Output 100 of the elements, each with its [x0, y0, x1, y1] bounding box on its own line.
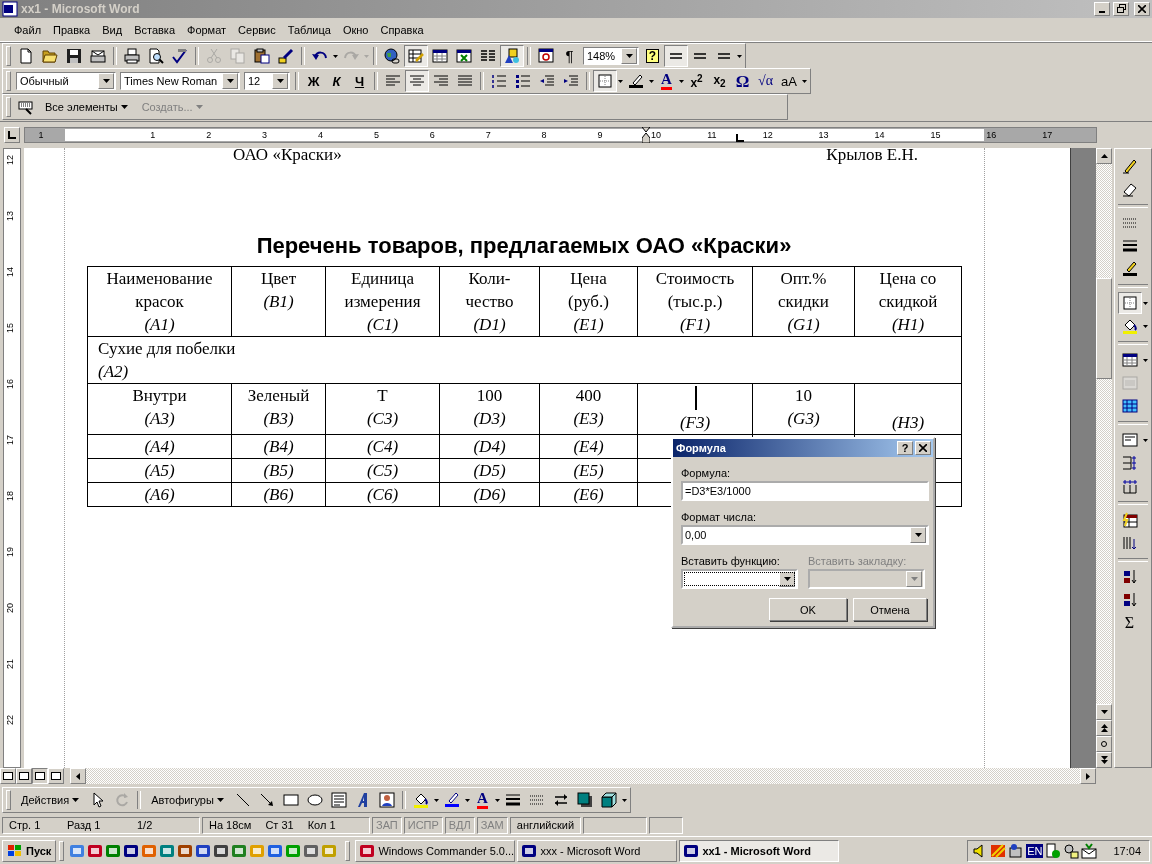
language-indicator[interactable]: EN	[1026, 843, 1044, 858]
ruler-number: 8	[541, 128, 547, 141]
ruler-number: 20	[4, 602, 16, 613]
ruler-number: 19	[4, 546, 16, 557]
field-label: Формат числа:	[681, 511, 758, 523]
ruler-number: 4	[318, 128, 323, 141]
status-text: Стр. 1	[9, 819, 42, 832]
ruler-number: 21	[4, 658, 16, 669]
ruler-number: 9	[597, 128, 603, 141]
document-heading: Перечень товаров, предлагаемых ОАО «Краски»	[255, 231, 793, 260]
document-text: ОАО «Краски»	[233, 147, 342, 164]
ruler-number: 16	[986, 128, 997, 141]
table-cell: (H3)	[854, 383, 962, 434]
dialog-button[interactable]: Отмена	[853, 598, 927, 621]
font-color-button[interactable]: A	[470, 789, 494, 812]
help-button[interactable]: ?	[897, 441, 913, 455]
taskbar-button[interactable]: xx1 - Microsoft Word	[679, 839, 840, 862]
ruler-number: 2	[206, 128, 212, 141]
subscript-button[interactable]: x$_{2}$	[708, 70, 731, 93]
ruler-number: 5	[373, 128, 379, 141]
status-text: Кол 1	[307, 819, 336, 832]
ruler-number: 22	[4, 714, 16, 725]
taskbar-button[interactable]: Windows Commander 5.0...	[355, 839, 516, 862]
menu-item[interactable]: Справка	[374, 19, 430, 40]
horizontal-ruler[interactable]: 1 1 2 3 4 5 6 7 8 9 10 11 12 13 14 15 16 17	[24, 126, 1097, 143]
table-cell: (E5)	[539, 458, 638, 482]
menu-item[interactable]: Правка	[47, 19, 97, 40]
ruler-number: 7	[485, 128, 491, 141]
menu-button[interactable]: Все элементы	[38, 96, 135, 119]
menu-item[interactable]: Вставка	[128, 19, 181, 40]
help-button[interactable]: ?	[641, 44, 664, 67]
ruler-number: 15	[930, 128, 941, 141]
menu-item[interactable]: Файл	[8, 19, 48, 40]
ruler-number: 1	[38, 128, 44, 141]
table-cell: 10 (G3)	[752, 383, 855, 434]
menu-item[interactable]: Таблица	[281, 19, 337, 40]
ruler-number: 13	[4, 210, 16, 221]
table-cell: (C5)	[325, 458, 440, 482]
ruler-number: 18	[4, 490, 16, 501]
taskbar-button[interactable]: xxx - Microsoft Word	[517, 839, 678, 862]
ruler-number: 1	[150, 128, 156, 141]
table-cell: 100 (D3)	[439, 383, 540, 434]
italic-button[interactable]: К	[325, 70, 348, 93]
table-cell: (E4)	[539, 434, 638, 458]
menu-item[interactable]: Окно	[336, 19, 375, 40]
document-text: Крылов Е.Н.	[826, 147, 918, 164]
dropdown-field[interactable]: 148%	[583, 46, 639, 65]
table-cell: Опт.% скидки (G1)	[752, 266, 855, 336]
table-cell: Внутри (A3)	[87, 383, 232, 434]
dropdown-field[interactable]: Обычный	[16, 72, 116, 91]
superscript-button[interactable]: x$^{2}$	[685, 70, 708, 93]
table-cell: Т (C3)	[325, 383, 440, 434]
equation-button[interactable]: √α	[754, 70, 778, 93]
formula-field[interactable]: =D3*E3/1000	[681, 481, 929, 501]
table-cell: (F3)	[637, 383, 753, 434]
dialog-button[interactable]: OK	[769, 598, 847, 621]
menu-button[interactable]: Действия	[14, 789, 87, 812]
status-text: 1/2	[137, 819, 153, 832]
table-cell: (B4)	[231, 434, 326, 458]
ruler-number: 10	[650, 128, 661, 141]
menu-item[interactable]: Формат	[181, 19, 233, 40]
vertical-ruler[interactable]: 12 13 14 15 16 17 18 19 20 21 22	[3, 147, 21, 769]
font-color-button[interactable]: A	[655, 70, 678, 93]
table-cell: (B5)	[231, 458, 326, 482]
menu-item[interactable]: Вид	[96, 19, 129, 40]
menu-button[interactable]: Автофигуры	[144, 789, 231, 812]
table-cell: Единица измерения (C1)	[325, 266, 440, 336]
table-cell: 400 (E3)	[539, 383, 638, 434]
window-title: xx1 - Microsoft Word	[21, 1, 141, 16]
ruler-number: 6	[429, 128, 435, 141]
table-cell: (D6)	[439, 482, 540, 506]
status-text: Ст 31	[265, 819, 294, 832]
menu-item[interactable]: Сервис	[232, 19, 282, 40]
table-cell: Наименование красок (A1)	[87, 266, 232, 336]
ruler-number: 17	[4, 434, 16, 445]
field-label: Формула:	[681, 467, 732, 479]
ruler-number: 3	[262, 128, 268, 141]
ruler-number: 16	[4, 378, 16, 389]
table-cell: (B6)	[231, 482, 326, 506]
ruler-number: 14	[874, 128, 885, 141]
table-cell: Стоимость (тыс.р.) (F1)	[637, 266, 753, 336]
underline-button[interactable]: Ч	[348, 70, 371, 93]
sum-button[interactable]: Σ	[1118, 611, 1141, 634]
ruler-number: 17	[1042, 128, 1053, 141]
number-format-dropdown[interactable]: 0,00	[681, 525, 929, 545]
status-text: Разд 1	[67, 819, 102, 832]
bold-button[interactable]: Ж	[302, 70, 325, 93]
ruler-number: 15	[4, 322, 16, 333]
language-indicator: английский	[516, 819, 575, 832]
dropdown-field[interactable]: Times New Roman	[120, 72, 240, 91]
change-case-button[interactable]: аА	[777, 70, 801, 93]
start-button[interactable]: Пуск	[2, 839, 57, 862]
table-cell: (C4)	[325, 434, 440, 458]
ruler-number: 12	[762, 128, 773, 141]
symbol-button[interactable]: Ω	[731, 70, 754, 93]
table-cell: Цвет (B1)	[231, 266, 326, 336]
table-cell: (D4)	[439, 434, 540, 458]
ruler-number: 13	[818, 128, 829, 141]
pilcrow-button[interactable]: ¶	[558, 44, 581, 67]
dropdown-field[interactable]: 12	[244, 72, 290, 91]
